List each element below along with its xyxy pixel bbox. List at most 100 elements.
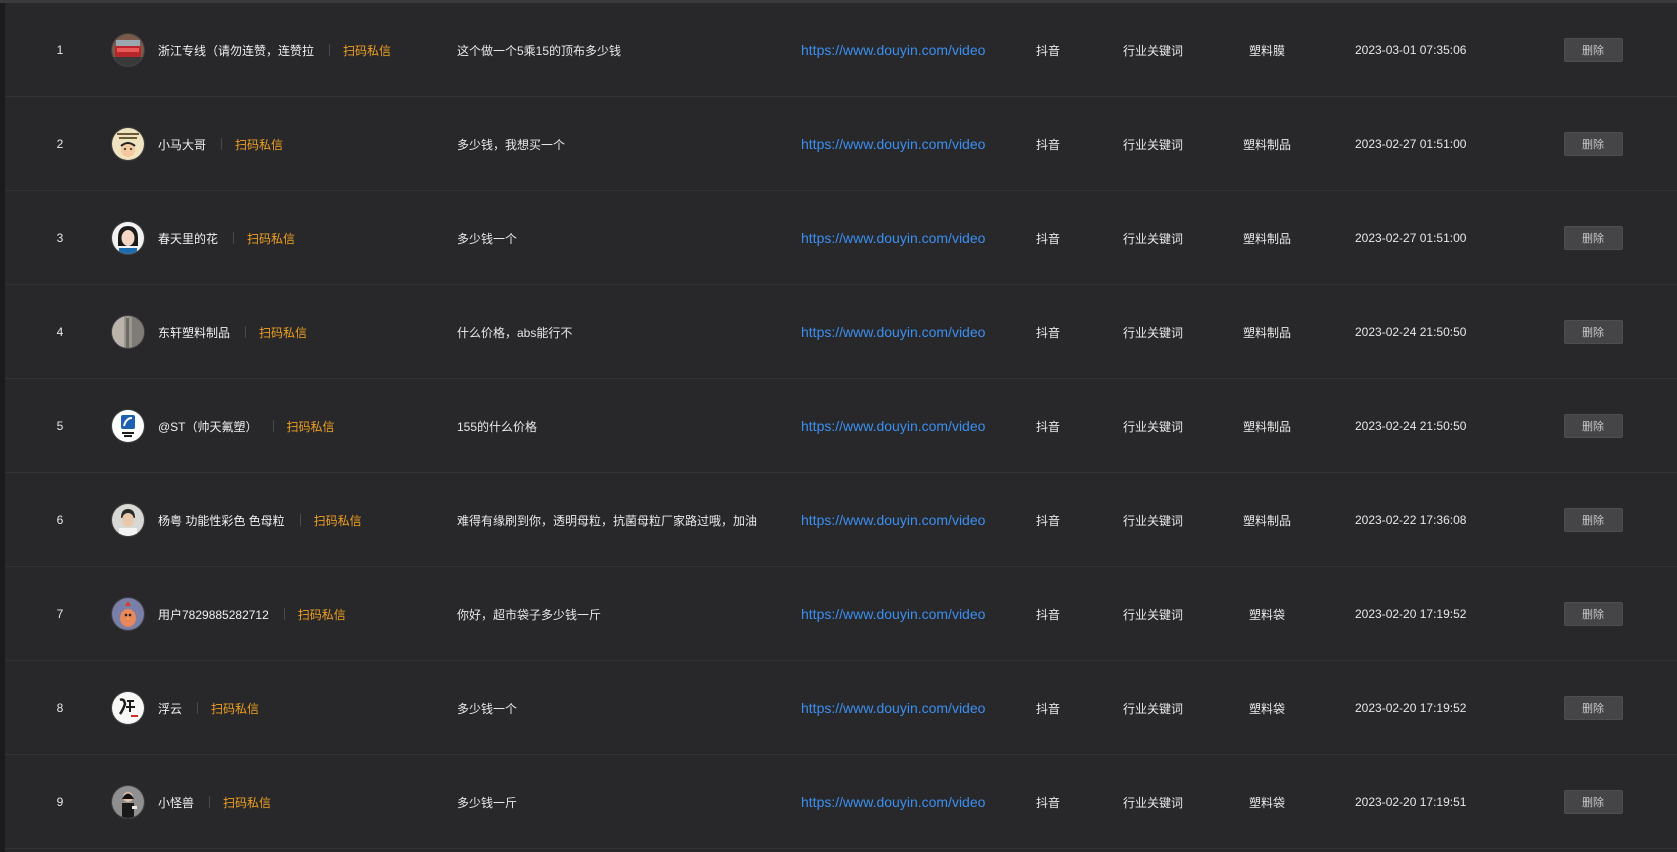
row-index: 3 bbox=[56, 231, 64, 245]
user-cell: 用户7829885282712 扫码私信 bbox=[112, 567, 442, 661]
avatar[interactable] bbox=[112, 692, 144, 724]
divider bbox=[272, 420, 274, 432]
avatar[interactable] bbox=[112, 598, 144, 630]
table-row: 2 小马大哥 扫码私信 多少钱，我想买一个 https://www.douyin… bbox=[5, 97, 1677, 191]
timestamp: 2023-02-20 17:19:52 bbox=[1355, 701, 1467, 715]
video-url-text[interactable]: https://www.douyin.com/video bbox=[801, 512, 985, 528]
video-url-link[interactable]: https://www.douyin.com/video bbox=[801, 567, 988, 661]
avatar[interactable] bbox=[112, 128, 144, 160]
delete-button[interactable]: 删除 bbox=[1563, 790, 1623, 814]
platform: 抖音 bbox=[1035, 231, 1060, 246]
user-cell: @ST（帅天氟塑） 扫码私信 bbox=[112, 379, 442, 473]
row-index: 6 bbox=[56, 513, 64, 527]
keyword: 塑料袋 bbox=[1248, 795, 1285, 810]
comment-text: 多少钱，我想买一个 bbox=[457, 137, 566, 152]
avatar[interactable] bbox=[112, 504, 144, 536]
scan-dm-link[interactable]: 扫码私信 bbox=[235, 136, 283, 153]
table-row: 9 小怪兽 扫码私信 多少钱一斤 https://www.douyin.com/… bbox=[5, 755, 1677, 849]
action-cell: 删除 bbox=[1563, 473, 1623, 567]
timestamp: 2023-02-24 21:50:50 bbox=[1355, 325, 1467, 339]
action-cell: 删除 bbox=[1563, 567, 1623, 661]
user-name: 春天里的花 bbox=[158, 231, 219, 246]
row-index: 4 bbox=[56, 325, 64, 339]
video-url-text[interactable]: https://www.douyin.com/video bbox=[801, 136, 985, 152]
table-row: 5 @ST（帅天氟塑） 扫码私信 155的什么价格 https://www.do… bbox=[5, 379, 1677, 473]
user-cell: 浙江专线（请勿连赞，连赞拉 扫码私信 bbox=[112, 3, 442, 97]
video-url-link[interactable]: https://www.douyin.com/video bbox=[801, 755, 988, 849]
video-url-text[interactable]: https://www.douyin.com/video bbox=[801, 418, 985, 434]
video-url-link[interactable]: https://www.douyin.com/video bbox=[801, 3, 988, 97]
keyword: 塑料制品 bbox=[1242, 419, 1291, 434]
scan-dm-link[interactable]: 扫码私信 bbox=[287, 418, 335, 435]
timestamp: 2023-02-20 17:19:52 bbox=[1355, 607, 1467, 621]
divider bbox=[299, 514, 301, 526]
avatar[interactable] bbox=[112, 34, 144, 66]
timestamp: 2023-02-24 21:50:50 bbox=[1355, 419, 1467, 433]
action-cell: 删除 bbox=[1563, 755, 1623, 849]
scan-dm-link[interactable]: 扫码私信 bbox=[211, 700, 259, 717]
video-url-link[interactable]: https://www.douyin.com/video bbox=[801, 191, 988, 285]
video-url-link[interactable]: https://www.douyin.com/video bbox=[801, 473, 988, 567]
user-name: 杨粤 功能性彩色 色母粒 bbox=[158, 513, 285, 528]
timestamp: 2023-02-20 17:19:51 bbox=[1355, 795, 1467, 809]
scan-dm-link[interactable]: 扫码私信 bbox=[259, 324, 307, 341]
video-url-text[interactable]: https://www.douyin.com/video bbox=[801, 606, 985, 622]
scan-dm-link[interactable]: 扫码私信 bbox=[343, 42, 391, 59]
table-row: 4 东轩塑料制品 扫码私信 什么价格，abs能行不 https://www.do… bbox=[5, 285, 1677, 379]
delete-button[interactable]: 删除 bbox=[1563, 414, 1623, 438]
avatar[interactable] bbox=[112, 410, 144, 442]
scan-dm-link[interactable]: 扫码私信 bbox=[223, 794, 271, 811]
user-cell: 杨粤 功能性彩色 色母粒 扫码私信 bbox=[112, 473, 442, 567]
user-name: 浮云 bbox=[158, 701, 183, 716]
scan-dm-link[interactable]: 扫码私信 bbox=[314, 512, 362, 529]
avatar[interactable] bbox=[112, 786, 144, 818]
user-cell: 东轩塑料制品 扫码私信 bbox=[112, 285, 442, 379]
video-url-text[interactable]: https://www.douyin.com/video bbox=[801, 794, 985, 810]
source-type: 行业关键词 bbox=[1122, 607, 1183, 622]
scan-dm-link[interactable]: 扫码私信 bbox=[247, 230, 295, 247]
avatar[interactable] bbox=[112, 316, 144, 348]
video-url-text[interactable]: https://www.douyin.com/video bbox=[801, 42, 985, 58]
action-cell: 删除 bbox=[1563, 97, 1623, 191]
video-url-link[interactable]: https://www.douyin.com/video bbox=[801, 661, 988, 755]
delete-button[interactable]: 删除 bbox=[1563, 696, 1623, 720]
video-url-text[interactable]: https://www.douyin.com/video bbox=[801, 230, 985, 246]
keyword: 塑料膜 bbox=[1248, 43, 1285, 58]
platform: 抖音 bbox=[1035, 795, 1060, 810]
comment-text: 多少钱一个 bbox=[457, 231, 518, 246]
source-type: 行业关键词 bbox=[1122, 419, 1183, 434]
divider bbox=[233, 232, 235, 244]
row-index: 1 bbox=[56, 43, 64, 57]
timestamp: 2023-02-27 01:51:00 bbox=[1355, 137, 1467, 151]
source-type: 行业关键词 bbox=[1122, 701, 1183, 716]
platform: 抖音 bbox=[1035, 137, 1060, 152]
video-url-text[interactable]: https://www.douyin.com/video bbox=[801, 700, 985, 716]
delete-button[interactable]: 删除 bbox=[1563, 38, 1623, 62]
comment-table: 1 浙江专线（请勿连赞，连赞拉 扫码私信 这个做一个5乘15的顶布多少钱 htt… bbox=[5, 3, 1677, 852]
video-url-text[interactable]: https://www.douyin.com/video bbox=[801, 324, 985, 340]
comment-text: 155的什么价格 bbox=[457, 419, 538, 434]
video-url-link[interactable]: https://www.douyin.com/video bbox=[801, 285, 988, 379]
platform: 抖音 bbox=[1035, 325, 1060, 340]
table-row: 3 春天里的花 扫码私信 多少钱一个 https://www.douyin.co… bbox=[5, 191, 1677, 285]
platform: 抖音 bbox=[1035, 701, 1060, 716]
delete-button[interactable]: 删除 bbox=[1563, 320, 1623, 344]
scan-dm-link[interactable]: 扫码私信 bbox=[298, 606, 346, 623]
delete-button[interactable]: 删除 bbox=[1563, 508, 1623, 532]
comment-text: 你好，超市袋子多少钱一斤 bbox=[457, 607, 602, 622]
comment-text: 多少钱一个 bbox=[457, 701, 518, 716]
delete-button[interactable]: 删除 bbox=[1563, 226, 1623, 250]
user-cell: 小怪兽 扫码私信 bbox=[112, 755, 442, 849]
platform: 抖音 bbox=[1035, 607, 1060, 622]
divider bbox=[209, 796, 211, 808]
row-index: 9 bbox=[56, 795, 64, 809]
delete-button[interactable]: 删除 bbox=[1563, 602, 1623, 626]
delete-button[interactable]: 删除 bbox=[1563, 132, 1623, 156]
video-url-link[interactable]: https://www.douyin.com/video bbox=[801, 97, 988, 191]
user-name: 小怪兽 bbox=[158, 795, 195, 810]
divider bbox=[283, 608, 285, 620]
divider bbox=[245, 326, 247, 338]
comment-text: 多少钱一斤 bbox=[457, 795, 518, 810]
video-url-link[interactable]: https://www.douyin.com/video bbox=[801, 379, 988, 473]
avatar[interactable] bbox=[112, 222, 144, 254]
